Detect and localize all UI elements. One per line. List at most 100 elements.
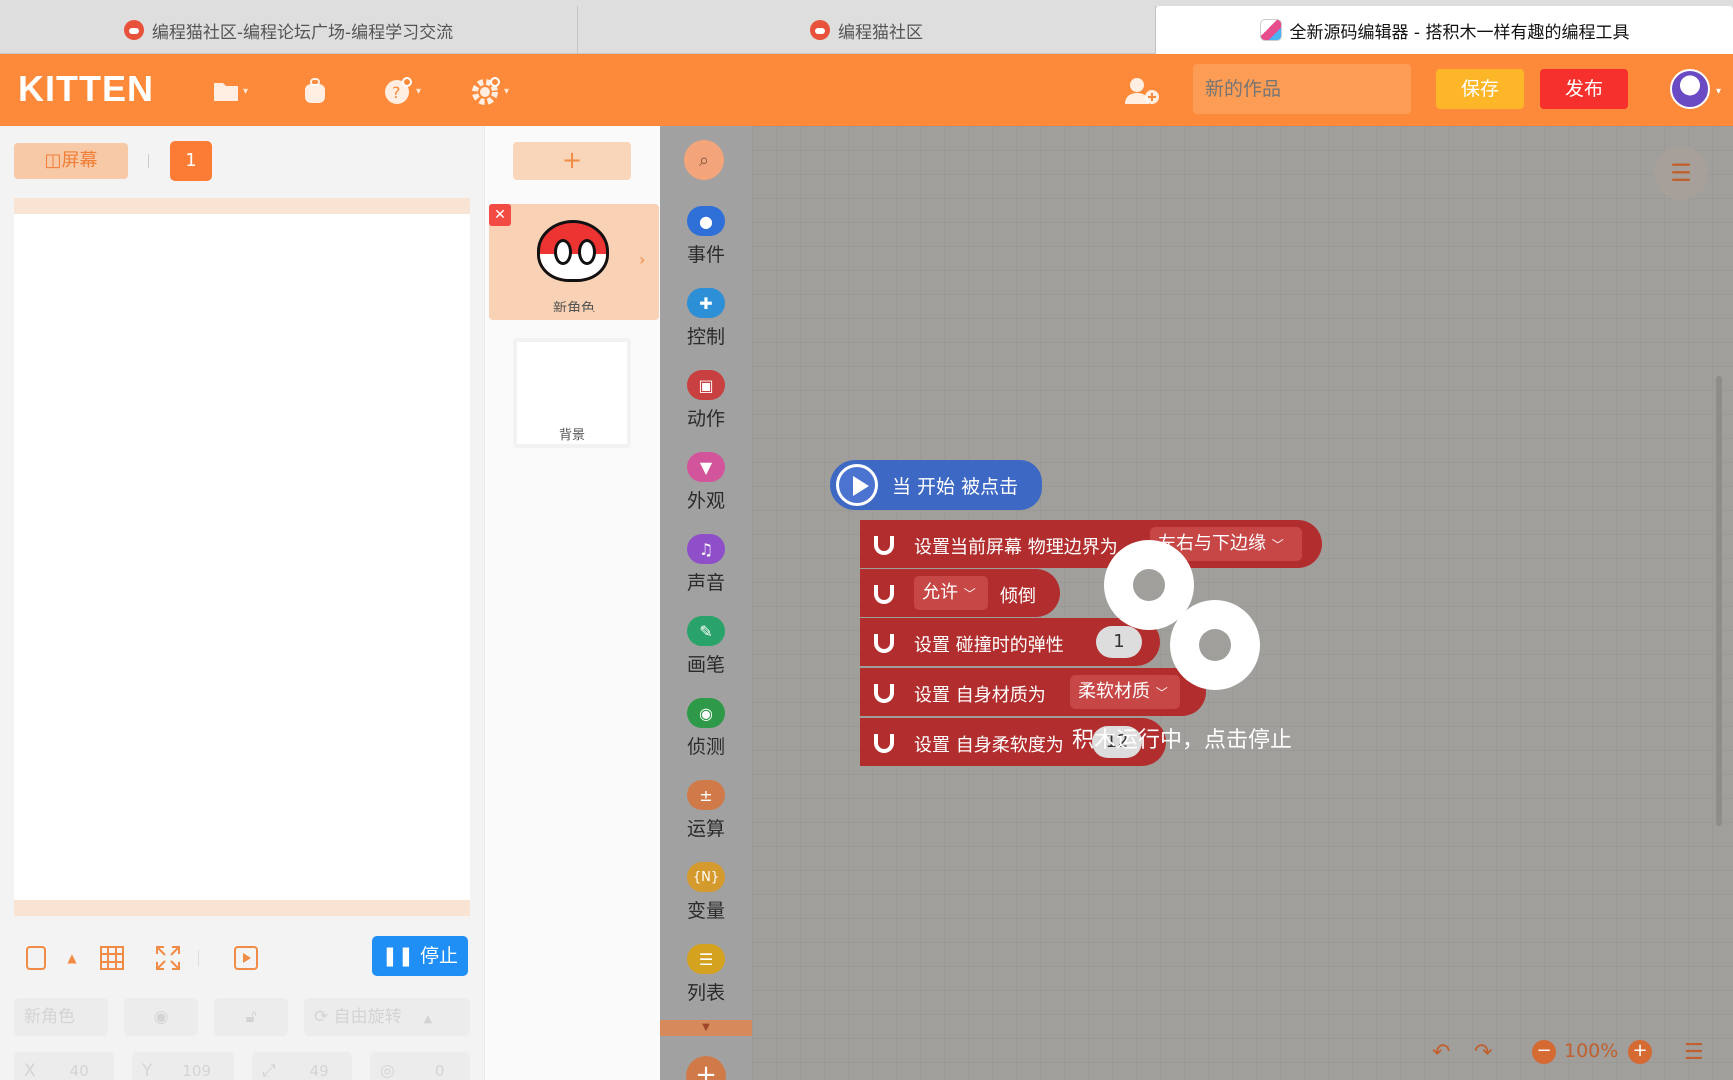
list-icon: ☰ bbox=[687, 944, 725, 974]
loading-gears-icon[interactable] bbox=[1104, 540, 1284, 710]
block-category-bar: ⌕ ● 事件 ✚ 控制 ▣ 动作 ▼ 外观 ♫ 声音 ✎ 画笔 ◉ 侦测 ± 运… bbox=[660, 126, 752, 1080]
running-message[interactable]: 积木运行中，点击停止 bbox=[1072, 722, 1292, 754]
direction-icon: ◎ bbox=[380, 1061, 395, 1080]
block-workspace[interactable]: ☰ 当 开始 被点击 设置当前屏幕 物理边界为 左右与下边缘 ﹀ 允许 ﹀ 倾倒… bbox=[752, 126, 1733, 1080]
zoom-out-icon[interactable]: − bbox=[1532, 1040, 1556, 1064]
delete-sprite-icon[interactable]: ✕ bbox=[489, 204, 511, 226]
zoom-level: 100% bbox=[1564, 1040, 1619, 1062]
save-button[interactable]: 保存 bbox=[1436, 69, 1524, 109]
redo-icon[interactable]: ↷ bbox=[1474, 1040, 1492, 1065]
screen-button[interactable]: ◫屏幕 bbox=[14, 143, 128, 179]
sensing-icon: ◉ bbox=[687, 698, 725, 728]
tab-title: 全新源码编辑器 - 搭积木一样有趣的编程工具 bbox=[1289, 22, 1630, 43]
category-control[interactable]: ✚ 控制 bbox=[660, 288, 752, 366]
pen-icon: ✎ bbox=[687, 616, 725, 646]
browser-tab-forum[interactable]: 编程猫社区-编程论坛广场-编程学习交流 bbox=[0, 6, 578, 54]
rotation-mode-select[interactable]: ⟳ 自由旋转 ▲ bbox=[304, 998, 470, 1036]
category-variables[interactable]: {N} 变量 bbox=[660, 862, 752, 940]
stage-toolbar: ▲ ❚❚ 停止 bbox=[0, 916, 484, 1000]
chevron-down-icon[interactable]: ▾ bbox=[1716, 86, 1721, 97]
editor-logo-icon bbox=[1259, 19, 1282, 41]
direction-field[interactable]: ◎ 0 bbox=[370, 1052, 470, 1080]
category-sensing[interactable]: ◉ 侦测 bbox=[660, 698, 752, 776]
allow-tilt-block[interactable]: 允许 ﹀ 倾倒 bbox=[860, 569, 1060, 617]
editor-header: KITTEN ▾ ?▾ ▾ 保存 发布 ▾ bbox=[0, 54, 1733, 126]
add-extension-button[interactable]: + bbox=[686, 1056, 726, 1080]
background-card[interactable]: 背景 bbox=[513, 338, 631, 448]
lock-icon[interactable]: 🔓︎ bbox=[214, 998, 288, 1036]
avatar[interactable] bbox=[1670, 69, 1710, 109]
sprite-name-field[interactable]: 新角色 bbox=[14, 998, 108, 1036]
physics-magnet-icon bbox=[874, 629, 894, 653]
stage-panel: ◫屏幕 1 ▲ ❚❚ 停止 新角色 ◉ 🔓︎ ⟳ 自由旋转 ▲ X 40 Y 1… bbox=[0, 126, 484, 1080]
settings-icon bbox=[471, 77, 500, 105]
category-operators[interactable]: ± 运算 bbox=[660, 780, 752, 858]
allow-dropdown[interactable]: 允许 ﹀ bbox=[914, 576, 988, 610]
sprite-name: 新角色 bbox=[553, 301, 595, 312]
physics-magnet-icon bbox=[874, 679, 894, 703]
browser-tab-editor[interactable]: 全新源码编辑器 - 搭积木一样有趣的编程工具 bbox=[1156, 6, 1733, 54]
category-motion[interactable]: ▣ 动作 bbox=[660, 370, 752, 448]
category-sound[interactable]: ♫ 声音 bbox=[660, 534, 752, 612]
add-collaborator-button[interactable] bbox=[1122, 74, 1162, 108]
category-looks[interactable]: ▼ 外观 bbox=[660, 452, 752, 530]
settings-menu-button[interactable]: ▾ bbox=[470, 74, 510, 108]
help-icon: ? bbox=[384, 77, 412, 104]
chevron-down-icon[interactable]: ▼ bbox=[660, 1020, 752, 1036]
sprite-list: + ✕ › 新角色 背景 bbox=[484, 126, 660, 1080]
caret-up-icon[interactable]: ▲ bbox=[58, 944, 86, 972]
play-preview-icon[interactable] bbox=[232, 944, 260, 972]
category-pen[interactable]: ✎ 画笔 bbox=[660, 616, 752, 694]
stop-button[interactable]: ❚❚ 停止 bbox=[372, 936, 468, 976]
screen-page-tab[interactable]: 1 bbox=[170, 141, 212, 181]
fullscreen-icon[interactable] bbox=[154, 944, 182, 972]
looks-icon: ▼ bbox=[687, 452, 725, 482]
physics-magnet-icon bbox=[874, 531, 894, 555]
rotate-icon: ⟳ bbox=[314, 1007, 334, 1027]
screen-icon: ◫ bbox=[44, 150, 62, 171]
physics-magnet-icon bbox=[874, 580, 894, 604]
visibility-eye-icon[interactable]: ◉ bbox=[124, 998, 198, 1036]
chevron-right-icon[interactable]: › bbox=[639, 250, 645, 269]
undo-icon[interactable]: ↶ bbox=[1432, 1040, 1450, 1065]
x-field[interactable]: X 40 bbox=[14, 1052, 114, 1080]
align-blocks-icon[interactable]: ☰ bbox=[1684, 1040, 1704, 1065]
size-field[interactable]: ⤢ 49 bbox=[252, 1052, 352, 1080]
help-menu-button[interactable]: ? ▾ bbox=[382, 74, 422, 108]
add-sprite-button[interactable]: + bbox=[513, 142, 631, 180]
search-icon[interactable]: ⌕ bbox=[684, 140, 724, 180]
sprite-card[interactable]: ✕ › 新角色 bbox=[489, 204, 659, 320]
pause-icon: ❚❚ bbox=[382, 945, 420, 967]
when-start-clicked-block[interactable]: 当 开始 被点击 bbox=[830, 460, 1042, 510]
play-icon bbox=[836, 464, 878, 506]
tab-title: 编程猫社区-编程论坛广场-编程学习交流 bbox=[151, 22, 454, 43]
stage-canvas[interactable] bbox=[14, 198, 470, 916]
file-menu-button[interactable]: ▾ bbox=[210, 74, 250, 108]
backpack-button[interactable] bbox=[295, 74, 335, 108]
app-root: 编程猫社区-编程论坛广场-编程学习交流 编程猫社区 ✕ 全新源码编辑器 - 搭积… bbox=[0, 0, 1733, 1080]
project-name-input[interactable] bbox=[1193, 64, 1411, 114]
codemao-logo-icon bbox=[123, 20, 144, 40]
divider bbox=[148, 154, 149, 168]
backpack-icon bbox=[305, 78, 325, 103]
sprite-thumbnail bbox=[537, 220, 609, 282]
zoom-in-icon[interactable]: + bbox=[1628, 1040, 1652, 1064]
vertical-scrollbar[interactable] bbox=[1716, 376, 1722, 826]
tab-title: 编程猫社区 bbox=[838, 22, 923, 43]
caret-up-icon: ▲ bbox=[423, 1012, 433, 1025]
motion-icon: ▣ bbox=[687, 370, 725, 400]
browser-tab-community[interactable]: 编程猫社区 bbox=[578, 6, 1156, 54]
device-frame-icon[interactable] bbox=[22, 944, 50, 972]
grid-icon[interactable] bbox=[98, 944, 126, 972]
category-events[interactable]: ● 事件 bbox=[660, 206, 752, 284]
control-icon: ✚ bbox=[687, 288, 725, 318]
sprite-eye bbox=[578, 239, 596, 265]
event-icon: ● bbox=[687, 206, 725, 236]
search-blocks-icon[interactable]: ☰ bbox=[1654, 146, 1708, 200]
category-lists[interactable]: ☰ 列表 bbox=[660, 944, 752, 1022]
operator-icon: ± bbox=[687, 780, 725, 810]
y-field[interactable]: Y 109 bbox=[132, 1052, 234, 1080]
background-label: 背景 bbox=[558, 428, 585, 443]
publish-button[interactable]: 发布 bbox=[1540, 69, 1628, 109]
workspace-zoom-controls: ↶ ↷ − 100% + ☰ bbox=[1432, 1032, 1722, 1072]
